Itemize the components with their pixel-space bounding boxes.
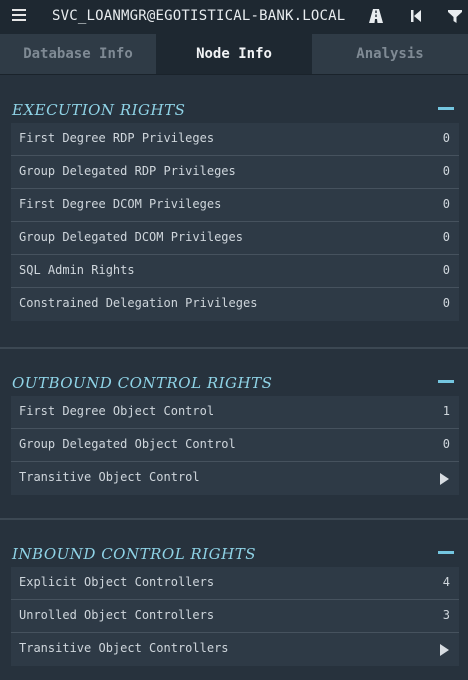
collapse-icon[interactable] xyxy=(438,380,454,383)
row-value: 0 xyxy=(442,197,450,211)
list-item[interactable]: SQL Admin Rights 0 xyxy=(11,255,459,288)
list-item[interactable]: First Degree RDP Privileges 0 xyxy=(11,123,459,156)
row-label: Constrained Delegation Privileges xyxy=(19,296,258,310)
collapse-icon[interactable] xyxy=(438,107,454,110)
list-item[interactable]: First Degree Object Control 1 xyxy=(11,396,459,429)
row-label: Group Delegated RDP Privileges xyxy=(19,164,236,178)
row-value: 0 xyxy=(442,131,450,145)
row-label: Group Delegated DCOM Privileges xyxy=(19,230,243,244)
row-label: Unrolled Object Controllers xyxy=(19,608,215,622)
top-bar: SVC_LOANMGR@EGOTISTICAL-BANK.LOCAL xyxy=(0,0,468,34)
row-label: First Degree Object Control xyxy=(19,404,215,418)
section-header[interactable]: INBOUND CONTROL RIGHTS xyxy=(0,523,468,567)
list-item[interactable]: Unrolled Object Controllers 3 xyxy=(11,600,459,633)
section-outbound-control-rights: OUTBOUND CONTROL RIGHTS First Degree Obj… xyxy=(0,352,468,495)
list-item[interactable]: First Degree DCOM Privileges 0 xyxy=(11,189,459,222)
section-title: OUTBOUND CONTROL RIGHTS xyxy=(12,374,273,392)
row-value: 3 xyxy=(442,608,450,622)
section-header[interactable]: OUTBOUND CONTROL RIGHTS xyxy=(0,352,468,396)
tab-bar: Database Info Node Info Analysis xyxy=(0,34,468,74)
row-label: Explicit Object Controllers xyxy=(19,575,215,589)
list-item[interactable]: Transitive Object Control xyxy=(11,462,459,495)
row-label: Transitive Object Controllers xyxy=(19,641,229,655)
row-value: 0 xyxy=(442,263,450,277)
list-item[interactable]: Constrained Delegation Privileges 0 xyxy=(11,288,459,321)
list-item[interactable]: Explicit Object Controllers 4 xyxy=(11,567,459,600)
row-label: First Degree RDP Privileges xyxy=(19,131,215,145)
filter-icon[interactable] xyxy=(447,8,463,24)
row-value: 0 xyxy=(442,296,450,310)
row-value: 0 xyxy=(442,437,450,451)
row-value: 1 xyxy=(442,404,450,418)
section-title: EXECUTION RIGHTS xyxy=(12,101,186,119)
road-icon[interactable] xyxy=(368,8,384,24)
section-header[interactable]: EXECUTION RIGHTS xyxy=(0,79,468,123)
list-item[interactable]: Group Delegated Object Control 0 xyxy=(11,429,459,462)
row-label: First Degree DCOM Privileges xyxy=(19,197,222,211)
node-info-panel: EXECUTION RIGHTS First Degree RDP Privil… xyxy=(0,74,468,680)
list-item[interactable]: Transitive Object Controllers xyxy=(11,633,459,666)
section-divider xyxy=(0,347,468,349)
tab-node-info[interactable]: Node Info xyxy=(156,34,312,74)
row-value: 0 xyxy=(442,164,450,178)
row-label: Group Delegated Object Control xyxy=(19,437,236,451)
section-title: INBOUND CONTROL RIGHTS xyxy=(12,545,256,563)
step-back-icon[interactable] xyxy=(408,8,424,24)
play-arrow-icon[interactable] xyxy=(440,473,449,485)
section-divider xyxy=(0,518,468,520)
play-arrow-icon[interactable] xyxy=(440,644,449,656)
menu-icon[interactable] xyxy=(12,9,26,23)
row-label: SQL Admin Rights xyxy=(19,263,135,277)
row-label: Transitive Object Control xyxy=(19,470,200,484)
row-value: 4 xyxy=(442,575,450,589)
collapse-icon[interactable] xyxy=(438,551,454,554)
row-value: 0 xyxy=(442,230,450,244)
section-execution-rights: EXECUTION RIGHTS First Degree RDP Privil… xyxy=(0,79,468,321)
list-item[interactable]: Group Delegated DCOM Privileges 0 xyxy=(11,222,459,255)
node-title: SVC_LOANMGR@EGOTISTICAL-BANK.LOCAL xyxy=(52,8,346,24)
tab-database-info[interactable]: Database Info xyxy=(0,34,156,74)
tab-analysis[interactable]: Analysis xyxy=(312,34,468,74)
list-item[interactable]: Group Delegated RDP Privileges 0 xyxy=(11,156,459,189)
section-inbound-control-rights: INBOUND CONTROL RIGHTS Explicit Object C… xyxy=(0,523,468,666)
